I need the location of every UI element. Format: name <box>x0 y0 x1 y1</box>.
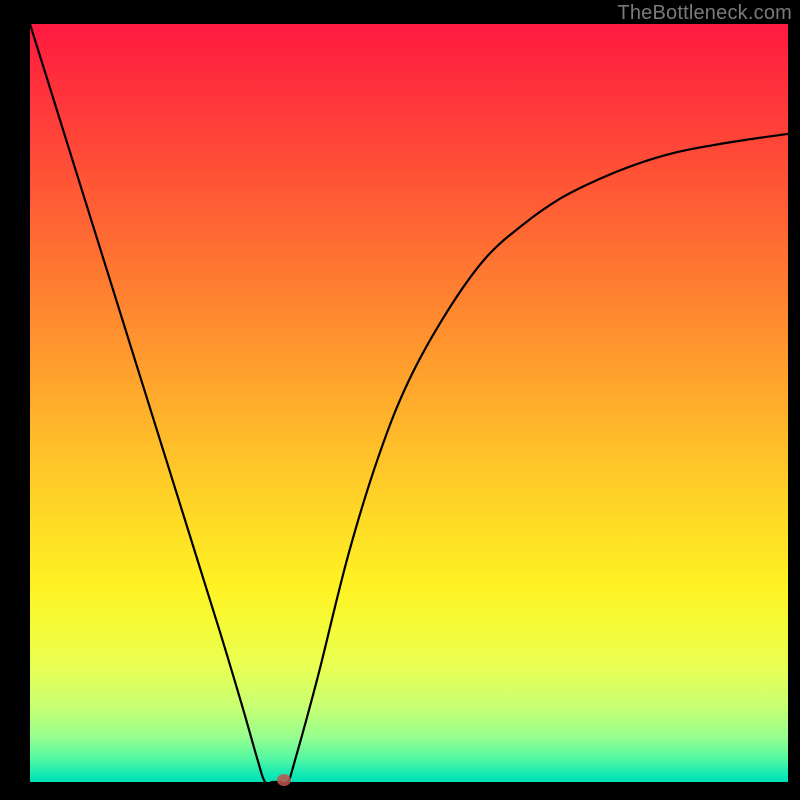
curve-path <box>30 24 788 784</box>
plot-area <box>30 24 788 782</box>
minimum-marker <box>277 774 291 786</box>
watermark-text: TheBottleneck.com <box>617 2 792 25</box>
bottleneck-curve <box>30 24 788 782</box>
chart-frame: TheBottleneck.com <box>0 0 800 800</box>
